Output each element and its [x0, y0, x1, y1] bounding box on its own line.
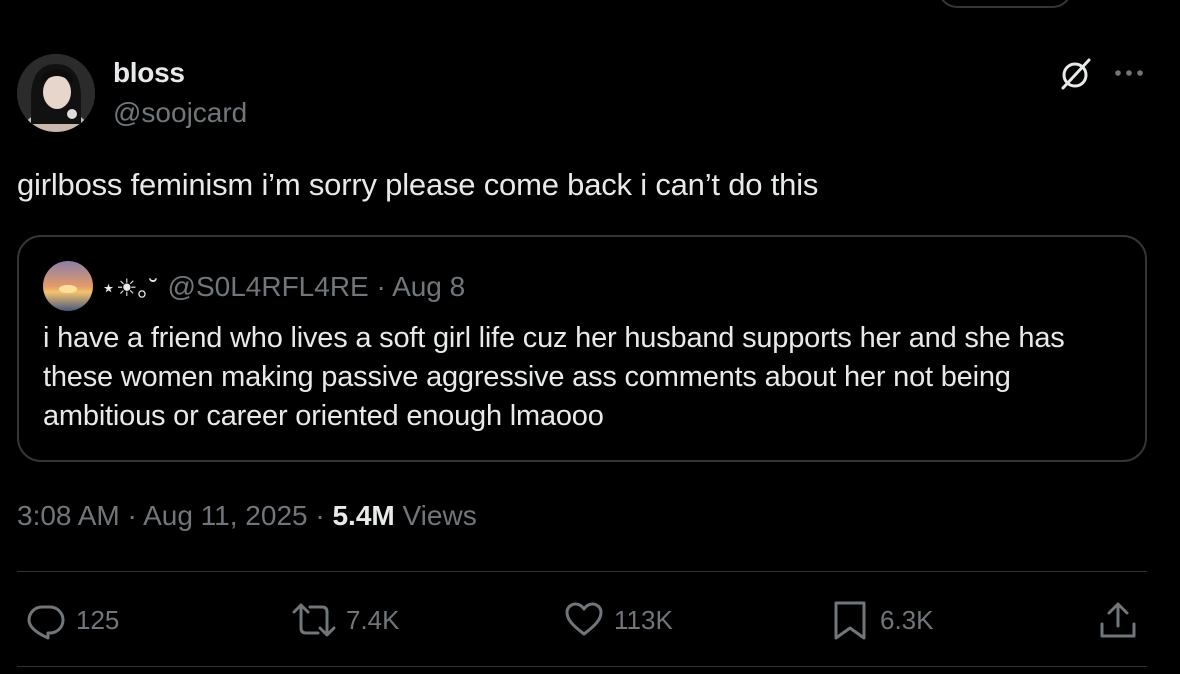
like-count: 113K — [614, 604, 673, 635]
share-button[interactable] — [1096, 598, 1140, 642]
avatar[interactable] — [17, 54, 95, 132]
heart-icon — [562, 598, 606, 642]
share-icon — [1096, 598, 1140, 642]
reply-button[interactable]: 125 — [24, 598, 119, 642]
quoted-tweet-card[interactable]: ⋆☀︎｡˘ @S0L4RFL4RE · Aug 8 i have a friend… — [17, 235, 1147, 462]
bookmark-icon — [828, 598, 872, 642]
repost-icon — [290, 598, 338, 642]
divider — [17, 571, 1147, 572]
quoted-tweet-text: i have a friend who lives a soft girl li… — [43, 322, 1065, 432]
divider — [17, 666, 1147, 667]
tweet-date[interactable]: Aug 11, 2025 — [143, 500, 308, 531]
quoted-header: ⋆☀︎｡˘ @S0L4RFL4RE · Aug 8 — [101, 271, 466, 302]
top-pill-button[interactable] — [938, 0, 1072, 8]
reply-count: 125 — [76, 604, 120, 635]
quoted-display-name[interactable]: ⋆☀︎｡˘ — [101, 275, 158, 302]
author-display-name[interactable]: bloss — [113, 57, 185, 89]
more-icon[interactable] — [1110, 58, 1150, 86]
tweet-text: girlboss feminism i’m sorry please come … — [17, 167, 819, 202]
views-count: 5.4M — [332, 500, 395, 531]
views-label: Views — [402, 500, 477, 531]
tweet-meta: 3:08 AM · Aug 11, 2025 · 5.4M Views — [17, 500, 477, 531]
quoted-date[interactable]: Aug 8 — [392, 271, 465, 302]
quoted-handle[interactable]: @S0L4RFL4RE — [168, 271, 369, 302]
author-handle[interactable]: @soojcard — [113, 97, 247, 129]
tweet-time[interactable]: 3:08 AM — [17, 500, 120, 531]
bookmark-button[interactable]: 6.3K — [828, 598, 934, 642]
quoted-avatar[interactable] — [43, 261, 93, 311]
repost-button[interactable]: 7.4K — [290, 598, 400, 642]
grok-icon[interactable] — [1058, 56, 1094, 92]
reply-icon — [24, 598, 68, 642]
bookmark-count: 6.3K — [880, 604, 934, 635]
like-button[interactable]: 113K — [562, 598, 673, 642]
repost-count: 7.4K — [346, 604, 400, 635]
